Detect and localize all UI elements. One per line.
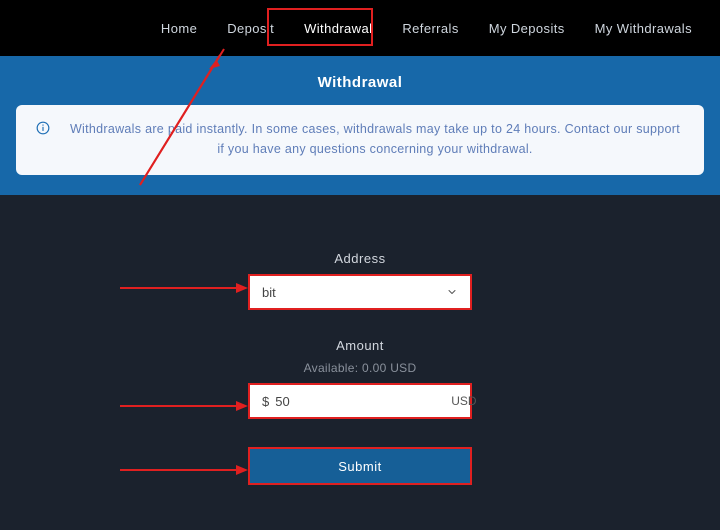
nav-home[interactable]: Home <box>157 15 201 42</box>
info-box: Withdrawals are paid instantly. In some … <box>16 105 704 175</box>
nav-my-deposits[interactable]: My Deposits <box>485 15 569 42</box>
submit-button[interactable]: Submit <box>250 449 470 483</box>
top-nav: Home Deposit Withdrawal Referrals My Dep… <box>0 0 720 56</box>
nav-deposit[interactable]: Deposit <box>223 15 278 42</box>
withdrawal-form: Address bit Amount Available: 0.00 USD $… <box>0 195 720 485</box>
amount-available: Available: 0.00 USD <box>304 361 417 375</box>
address-field-group: Address bit <box>248 251 472 310</box>
address-select[interactable]: bit <box>248 274 472 310</box>
amount-input-wrap[interactable]: $ USD <box>248 383 472 419</box>
info-text: Withdrawals are paid instantly. In some … <box>66 119 684 159</box>
nav-referrals[interactable]: Referrals <box>398 15 462 42</box>
submit-wrap: Submit <box>248 447 472 485</box>
annotation-arrow-address <box>120 281 250 300</box>
page-title: Withdrawal <box>16 74 704 91</box>
amount-unit: USD <box>451 394 476 408</box>
annotation-arrow-submit <box>120 463 250 482</box>
chevron-down-icon <box>446 286 458 298</box>
nav-my-withdrawals[interactable]: My Withdrawals <box>591 15 696 42</box>
address-label: Address <box>334 251 385 266</box>
amount-field-group: Amount Available: 0.00 USD $ USD <box>248 338 472 419</box>
page-banner: Withdrawal Withdrawals are paid instantl… <box>0 56 720 195</box>
annotation-arrow-amount <box>120 399 250 418</box>
dollar-icon: $ <box>262 394 269 409</box>
address-selected-value: bit <box>262 285 446 300</box>
amount-label: Amount <box>336 338 384 353</box>
nav-withdrawal[interactable]: Withdrawal <box>300 15 376 42</box>
amount-input[interactable] <box>275 394 451 409</box>
info-icon <box>36 121 50 138</box>
